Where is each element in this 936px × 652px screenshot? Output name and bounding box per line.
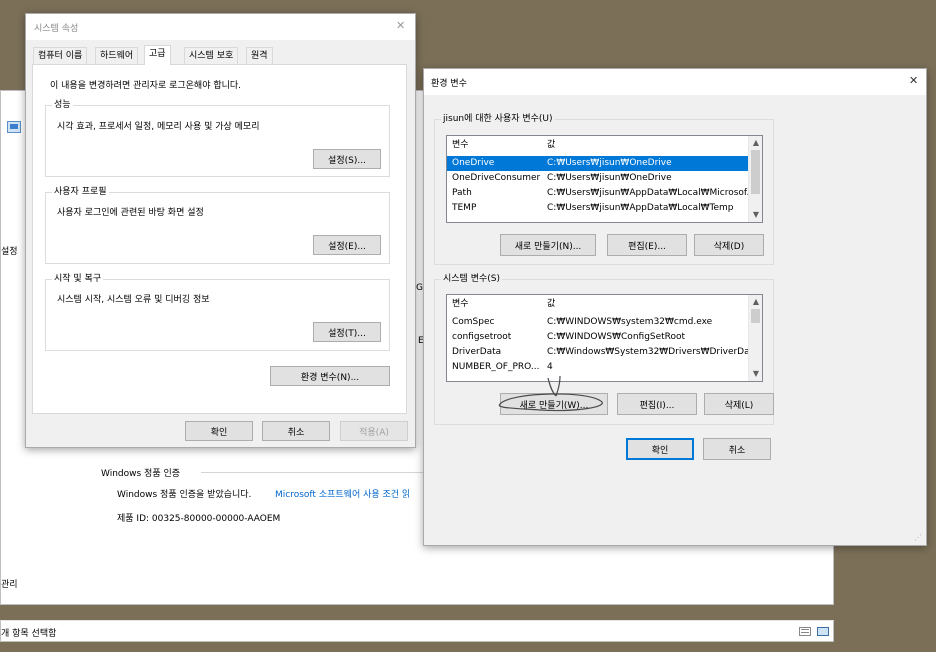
startup-recovery-title: 시작 및 복구 bbox=[52, 273, 104, 285]
sysprop-apply-button[interactable]: 적용(A) bbox=[340, 421, 408, 441]
list-header[interactable]: 변수 값 bbox=[447, 297, 750, 312]
column-header-value[interactable]: 값 bbox=[547, 138, 555, 153]
system-monitor-icon bbox=[7, 121, 21, 133]
user-profile-settings-button[interactable]: 설정(E)... bbox=[313, 235, 381, 255]
left-pane-label-settings[interactable]: 설정 bbox=[1, 244, 18, 257]
startup-recovery-desc: 시스템 시작, 시스템 오류 및 디버깅 정보 bbox=[57, 295, 210, 305]
close-icon[interactable]: ✕ bbox=[909, 74, 918, 87]
env-titlebar[interactable]: 환경 변수 ✕ bbox=[424, 69, 926, 95]
column-header-value[interactable]: 값 bbox=[547, 297, 555, 312]
table-row[interactable]: DriverData C:₩Windows₩System32₩Drivers₩D… bbox=[447, 345, 759, 360]
sysprop-title: 시스템 속성 bbox=[34, 24, 79, 34]
env-ok-button[interactable]: 확인 bbox=[626, 438, 694, 460]
user-variables-title: jisun에 대한 사용자 변수(U) bbox=[441, 113, 555, 125]
column-header-variable[interactable]: 변수 bbox=[452, 138, 469, 153]
scroll-down-icon[interactable]: ▼ bbox=[749, 367, 762, 381]
scroll-down-icon[interactable]: ▼ bbox=[749, 208, 762, 222]
resize-grip-icon[interactable]: ⋰ bbox=[914, 533, 924, 543]
performance-title: 성능 bbox=[52, 99, 73, 111]
scroll-thumb[interactable] bbox=[751, 150, 760, 194]
tab-computer-name[interactable]: 컴퓨터 이름 bbox=[33, 47, 88, 64]
startup-recovery-settings-button[interactable]: 설정(T)... bbox=[313, 322, 381, 342]
scroll-up-icon[interactable]: ▲ bbox=[749, 136, 762, 150]
tiles-view-icon[interactable] bbox=[817, 627, 829, 636]
tab-remote[interactable]: 원격 bbox=[246, 47, 273, 64]
status-text: 개 항목 선택함 bbox=[1, 629, 57, 639]
table-row[interactable]: configsetroot C:₩WINDOWS₩ConfigSetRoot bbox=[447, 330, 750, 345]
user-profile-desc: 사용자 로그인에 관련된 바탕 화면 설정 bbox=[57, 208, 204, 218]
advanced-tab-panel: 이 내용을 변경하려면 관리자로 로그온해야 합니다. 성능 시각 효과, 프로… bbox=[32, 64, 407, 414]
user-profile-group: 사용자 프로필 사용자 로그인에 관련된 바탕 화면 설정 설정(E)... bbox=[45, 186, 390, 264]
admin-note: 이 내용을 변경하려면 관리자로 로그온해야 합니다. bbox=[50, 81, 242, 91]
table-row[interactable]: Path C:₩Users₩jisun₩AppData₩Local₩Micros… bbox=[447, 186, 755, 201]
environment-variables-button[interactable]: 환경 변수(N)... bbox=[270, 366, 390, 386]
system-variables-list[interactable]: 변수 값 ComSpec C:₩WINDOWS₩system32₩cmd.exe… bbox=[446, 294, 763, 382]
env-cancel-button[interactable]: 취소 bbox=[703, 438, 771, 460]
environment-variables-dialog: 환경 변수 ✕ jisun에 대한 사용자 변수(U) 변수 값 OneDriv… bbox=[423, 68, 927, 546]
list-header[interactable]: 변수 값 bbox=[447, 138, 750, 153]
stray-label-g: G bbox=[416, 283, 423, 293]
activation-divider bbox=[201, 472, 431, 473]
user-variables-list[interactable]: 변수 값 OneDrive C:₩Users₩jisun₩OneDrive On… bbox=[446, 135, 763, 223]
scroll-thumb[interactable] bbox=[751, 309, 760, 323]
activation-group-label: Windows 정품 인증 bbox=[101, 469, 181, 479]
sysprop-titlebar[interactable]: 시스템 속성 ✕ bbox=[26, 14, 415, 40]
scroll-up-icon[interactable]: ▲ bbox=[749, 295, 762, 309]
system-edit-button[interactable]: 편집(I)... bbox=[617, 393, 697, 415]
user-variables-group: jisun에 대한 사용자 변수(U) 변수 값 OneDrive C:₩Use… bbox=[434, 113, 774, 265]
table-row[interactable]: OneDriveConsumer C:₩Users₩jisun₩OneDrive bbox=[447, 171, 750, 186]
env-title: 환경 변수 bbox=[431, 79, 467, 89]
user-list-scrollbar[interactable]: ▲ ▼ bbox=[748, 136, 762, 222]
status-bar: 개 항목 선택함 bbox=[0, 620, 834, 642]
user-new-button[interactable]: 새로 만들기(N)... bbox=[500, 234, 596, 256]
product-id: 제품 ID: 00325-80000-00000-AAOEM bbox=[117, 514, 281, 524]
performance-group: 성능 시각 효과, 프로세서 일정, 메모리 사용 및 가상 메모리 설정(S)… bbox=[45, 99, 390, 177]
details-view-icon[interactable] bbox=[799, 627, 811, 636]
table-row[interactable]: TEMP C:₩Users₩jisun₩AppData₩Local₩Temp bbox=[447, 201, 750, 216]
performance-desc: 시각 효과, 프로세서 일정, 메모리 사용 및 가상 메모리 bbox=[57, 122, 260, 132]
column-header-variable[interactable]: 변수 bbox=[452, 297, 469, 312]
system-delete-button[interactable]: 삭제(L) bbox=[704, 393, 774, 415]
system-list-scrollbar[interactable]: ▲ ▼ bbox=[748, 295, 762, 381]
startup-recovery-group: 시작 및 복구 시스템 시작, 시스템 오류 및 디버깅 정보 설정(T)... bbox=[45, 273, 390, 351]
tab-hardware[interactable]: 하드웨어 bbox=[95, 47, 139, 64]
table-row[interactable]: OneDrive C:₩Users₩jisun₩OneDrive bbox=[447, 156, 750, 171]
activation-status: Windows 정품 인증을 받았습니다. bbox=[117, 490, 252, 500]
table-row[interactable]: ComSpec C:₩WINDOWS₩system32₩cmd.exe bbox=[447, 315, 750, 330]
hand-drawn-annotation bbox=[498, 375, 603, 412]
sysprop-ok-button[interactable]: 확인 bbox=[185, 421, 253, 441]
user-profile-title: 사용자 프로필 bbox=[52, 186, 109, 198]
system-variables-title: 시스템 변수(S) bbox=[441, 273, 502, 285]
close-icon[interactable]: ✕ bbox=[396, 19, 405, 32]
left-pane-label-manage[interactable]: 관리 bbox=[1, 577, 18, 590]
tab-system-protection[interactable]: 시스템 보호 bbox=[184, 47, 239, 64]
system-variables-group: 시스템 변수(S) 변수 값 ComSpec C:₩WINDOWS₩system… bbox=[434, 273, 774, 425]
tab-advanced[interactable]: 고급 bbox=[144, 45, 171, 65]
sysprop-cancel-button[interactable]: 취소 bbox=[262, 421, 330, 441]
performance-settings-button[interactable]: 설정(S)... bbox=[313, 149, 381, 169]
user-delete-button[interactable]: 삭제(D) bbox=[694, 234, 764, 256]
license-terms-link[interactable]: Microsoft 소프트웨어 사용 조건 읽 bbox=[275, 487, 425, 500]
user-edit-button[interactable]: 편집(E)... bbox=[607, 234, 687, 256]
